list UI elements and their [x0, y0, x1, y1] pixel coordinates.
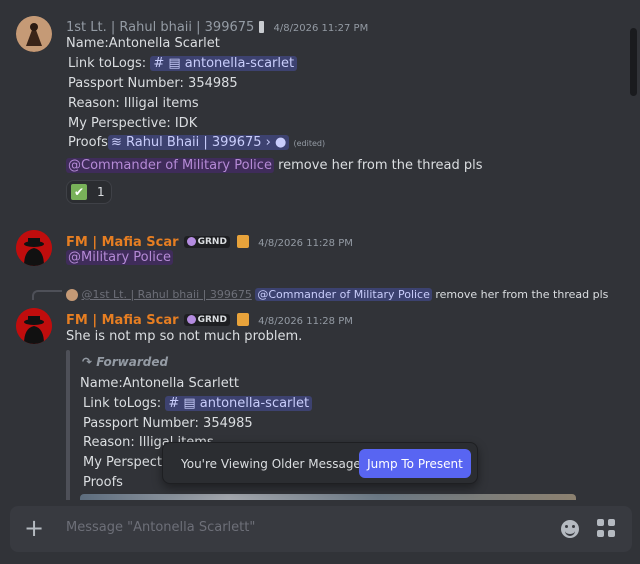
message-composer: + Message "Antonella Scarlett" — [10, 506, 632, 552]
role-mention[interactable]: @Military Police — [66, 250, 173, 265]
message-line: Link toLogs: # ▤ antonella-scarlet — [83, 396, 313, 411]
check-mark-icon: ✔ — [71, 184, 87, 200]
message-link[interactable]: ≋ Rahul Bhaii | 399675 › ● — [107, 135, 290, 150]
reply-text: remove her from the thread pls — [435, 288, 609, 301]
avatar-image — [16, 308, 52, 344]
link-label: Link toLogs: — [68, 56, 147, 71]
lock-icon — [237, 313, 250, 326]
channel-name: antonella-scarlet — [184, 56, 295, 71]
message-line: Reason: Illigal items — [68, 96, 199, 111]
doc-icon: ▤ — [168, 56, 181, 71]
message-input[interactable]: Message "Antonella Scarlett" — [66, 520, 255, 535]
channel-link[interactable]: # ▤ antonella-scarlet — [150, 56, 298, 71]
older-messages-bar: You're Viewing Older Messages Jump To Pr… — [162, 442, 478, 484]
timestamp[interactable]: 4/8/2026 11:28 PM — [258, 238, 353, 249]
avatar[interactable] — [16, 308, 52, 344]
channel-name: antonella-scarlet — [199, 396, 310, 411]
reply-preview[interactable]: @1st Lt. | Rahul bhaii | 399675 @Command… — [66, 288, 608, 301]
apps-icon[interactable] — [597, 519, 617, 539]
role-mention[interactable]: @Commander of Military Police — [255, 288, 432, 301]
forwarded-label: ↷ Forwarded — [82, 355, 168, 369]
reaction-button[interactable]: ✔ 1 — [66, 180, 112, 204]
link-label: Link toLogs: — [83, 396, 162, 411]
badge-label: GRND — [197, 236, 227, 247]
message-line: Name:Antonella Scarlett — [80, 376, 239, 391]
doc-icon: ▤ — [183, 396, 196, 411]
author-name[interactable]: FM | Mafia Scar — [66, 313, 179, 328]
scrollbar-thumb[interactable] — [630, 28, 637, 96]
add-attachment-button[interactable]: + — [22, 516, 46, 541]
reaction-count: 1 — [97, 185, 105, 199]
message-line: Passport Number: 354985 — [68, 76, 238, 91]
channel-link[interactable]: # ▤ antonella-scarlet — [165, 396, 313, 411]
timestamp[interactable]: 4/8/2026 11:27 PM — [273, 23, 368, 34]
badge-label: GRND — [197, 314, 227, 325]
message-text: remove her from the thread pls — [278, 158, 483, 173]
flame-icon — [186, 314, 196, 324]
emoji-icon[interactable] — [561, 520, 579, 538]
edited-label: (edited) — [293, 139, 326, 148]
message-list[interactable]: 1st Lt. | Rahul bhaii | 399675 4/8/2026 … — [0, 0, 628, 500]
reply-spine — [32, 290, 62, 300]
lock-icon — [237, 235, 250, 248]
message-line: Proofs ≋ Rahul Bhaii | 399675 › ● (edited… — [68, 135, 325, 150]
reply-author[interactable]: @1st Lt. | Rahul bhaii | 399675 — [82, 288, 252, 301]
server-tag-badge[interactable]: GRND — [183, 313, 230, 326]
message-header: FM | Mafia Scar GRND 4/8/2026 11:28 PM — [66, 309, 353, 328]
timestamp[interactable]: 4/8/2026 11:28 PM — [258, 316, 353, 327]
reply-avatar — [66, 289, 78, 301]
attachment-image[interactable] — [80, 494, 576, 500]
phone-icon — [259, 20, 265, 33]
message-line: @Military Police — [66, 250, 173, 265]
author-name[interactable]: 1st Lt. | Rahul bhaii | 399675 — [66, 20, 254, 35]
avatar-image — [16, 16, 52, 52]
avatar[interactable] — [16, 16, 52, 52]
message-header: FM | Mafia Scar GRND 4/8/2026 11:28 PM — [66, 231, 353, 250]
older-messages-text: You're Viewing Older Messages — [181, 457, 368, 471]
scrollbar[interactable] — [628, 0, 640, 500]
jump-to-present-button[interactable]: Jump To Present — [359, 449, 471, 478]
message-line: My Perspect — [83, 455, 163, 470]
avatar[interactable] — [16, 230, 52, 266]
author-name[interactable]: FM | Mafia Scar — [66, 235, 179, 250]
flame-icon — [186, 236, 196, 246]
message-link-label: Rahul Bhaii | 399675 — [125, 135, 262, 150]
server-tag-badge[interactable]: GRND — [183, 235, 230, 248]
message-line: @Commander of Military Police remove her… — [66, 158, 483, 173]
message-line: Name:Antonella Scarlet — [66, 36, 220, 51]
forward-arrow-icon: ↷ — [82, 355, 93, 369]
avatar-image — [16, 230, 52, 266]
role-mention[interactable]: @Commander of Military Police — [66, 158, 274, 173]
message-line: Passport Number: 354985 — [83, 416, 253, 431]
message-line: My Perspective: IDK — [68, 116, 198, 131]
message-text: She is not mp so not much problem. — [66, 329, 303, 344]
forum-icon: ≋ — [110, 135, 122, 150]
message-line: Proofs — [83, 475, 123, 490]
forwarded-text: Forwarded — [96, 355, 169, 369]
forward-bar — [66, 350, 70, 500]
proofs-label: Proofs — [68, 135, 108, 150]
message-line: Link toLogs: # ▤ antonella-scarlet — [68, 56, 298, 71]
chat-bubble-icon: ● — [275, 135, 287, 150]
message-header: 1st Lt. | Rahul bhaii | 399675 4/8/2026 … — [66, 16, 368, 35]
